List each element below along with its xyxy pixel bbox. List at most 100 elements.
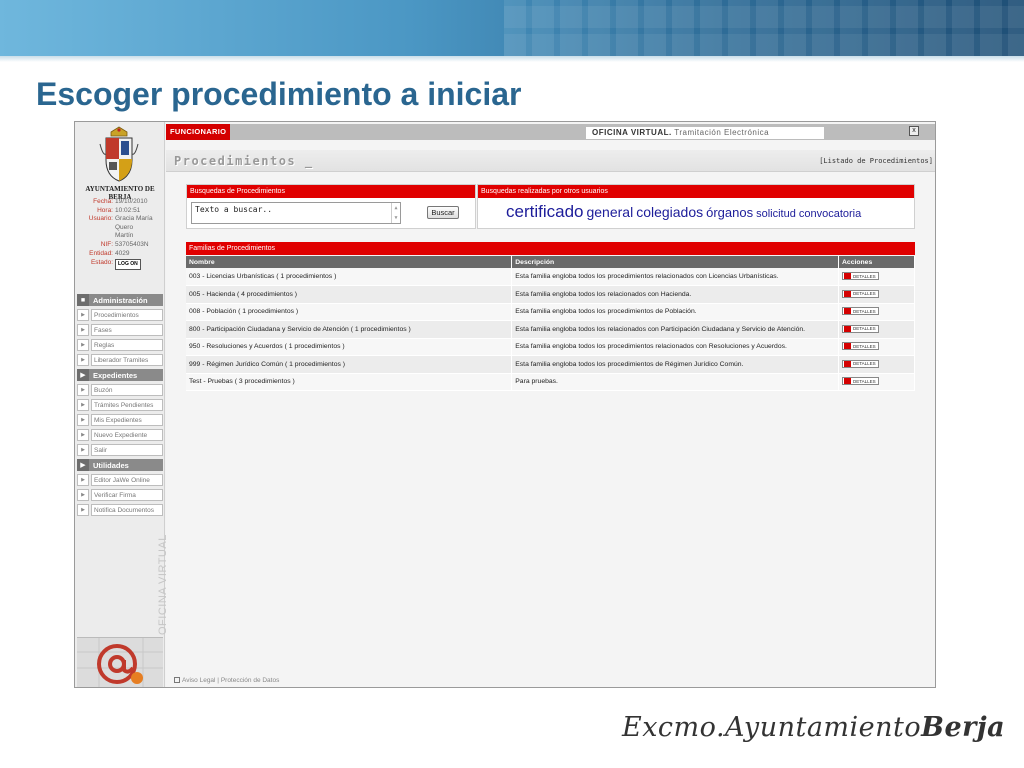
menu-item-notifica-documentos[interactable]: ▶ Notifica Documentos [77,503,163,516]
menu-item-salir[interactable]: ▶ Salir [77,443,163,456]
arrow-right-icon: ▶ [77,398,89,411]
arrow-right-icon: ▶ [77,443,89,456]
details-icon [844,325,851,332]
details-button[interactable]: DETALLES [842,377,879,386]
close-button[interactable]: x [909,126,919,136]
details-icon [844,343,851,350]
family-description: Esta familia engloba todos los relaciona… [511,320,839,339]
family-name[interactable]: 005 - Hacienda ( 4 procedimientos ) [186,285,513,304]
family-name[interactable]: 999 - Régimen Jurídico Común ( 1 procedi… [186,355,513,374]
details-button[interactable]: DETALLES [842,307,879,316]
family-name[interactable]: 003 - Licencias Urbanísticas ( 1 procedi… [186,268,513,286]
family-name[interactable]: 008 - Población ( 1 procedimientos ) [186,303,513,321]
menu-item-liberador-tramites[interactable]: ▶ Liberador Tramites [77,353,163,366]
search-panel: Busquedas de Procedimientos Texto a busc… [186,184,476,229]
search-tag[interactable]: certificado [506,202,583,221]
page-title: Procedimientos _ [174,154,314,168]
table-row: 800 - Participación Ciudadana y Servicio… [186,320,915,339]
details-icon [844,378,851,385]
menu-section-administracion[interactable]: ■ Administración [77,294,163,306]
menu-item-tramites-pendientes[interactable]: ▶ Trámites Pendientes [77,398,163,411]
arrow-right-icon: ▶ [77,428,89,441]
nif-label: NIF: [100,240,113,248]
listing-link[interactable]: [Listado de Procedimientos] [819,157,933,165]
column-header-nombre: Nombre [186,256,513,268]
details-button[interactable]: DETALLES [842,289,879,298]
search-button[interactable]: Buscar [427,206,459,219]
details-button[interactable]: DETALLES [842,272,879,280]
menu-item-verificar-firma[interactable]: ▶ Verificar Firma [77,488,163,501]
families-table: Nombre Descripción Acciones 003 - Licenc… [186,256,915,391]
search-tag[interactable]: órganos [706,205,753,220]
status-label: Estado: [90,259,113,267]
app-title-sub: Tramitación Electrónica [674,128,770,137]
table-row: 008 - Población ( 1 procedimientos ) Esta… [186,303,915,321]
app-screenshot: AYUNTAMIENTO DE BERJA Fecha: 19/10/2010 H… [74,121,936,688]
family-name[interactable]: Test - Pruebas ( 3 procedimientos ) [186,373,513,391]
table-row: 950 - Resoluciones y Acuerdos ( 1 proced… [186,338,915,356]
procedures-header: Procedimientos _ [Listado de Procedimien… [166,150,935,172]
menu-item-fases[interactable]: ▶ Fases [77,323,163,336]
slide-title: Escoger procedimiento a iniciar [36,76,522,112]
arrow-right-icon: ▶ [77,369,89,381]
search-input[interactable]: Texto a buscar.. ▲ ▼ [191,202,401,224]
sidebar: AYUNTAMIENTO DE BERJA Fecha: 19/10/2010 H… [75,122,169,687]
menu-item-nuevo-expediente[interactable]: ▶ Nuevo Expediente [77,428,163,441]
arrow-right-icon: ▶ [77,323,89,336]
search-tag[interactable]: colegiados [636,204,703,220]
scrollbar[interactable]: ▲ ▼ [391,203,400,223]
search-tag[interactable]: general [586,204,633,220]
brand-signature: Excmo.AyuntamientoBerja [622,712,1006,743]
entity-value: 4029 [115,249,130,257]
family-description: Esta familia engloba todos los procedimi… [511,303,839,321]
families-header: Familias de Procedimientos [186,242,915,255]
legal-notice-link[interactable]: Aviso Legal [182,677,216,684]
details-button[interactable]: DETALLES [842,359,879,368]
details-icon [844,273,851,279]
family-description: Esta familia engloba todos los procedimi… [511,268,839,286]
vertical-brand-text: OFICINA VIRTUAL [157,534,169,635]
tag-cloud: certificado general colegiados órganos solic… [506,202,864,222]
table-row: 999 - Régimen Jurídico Común ( 1 procedi… [186,355,915,374]
details-button[interactable]: DETALLES [842,342,879,351]
role-tab[interactable]: FUNCIONARIO [166,124,231,140]
privacy-link[interactable]: Protección de Datos [221,677,280,684]
user-value: Gracia María [115,215,153,223]
menu-item-mis-expedientes[interactable]: ▶ Mis Expedientes [77,413,163,426]
menu-item-editor-jawe[interactable]: ▶ Editor JaWe Online [77,473,163,486]
popular-searches-panel: Busquedas realizadas por otros usuarios … [477,184,915,229]
arrow-right-icon: ▶ [77,459,89,471]
arrow-right-icon: ▶ [77,488,89,501]
family-name[interactable]: 800 - Participación Ciudadana y Servicio… [186,320,513,339]
details-button[interactable]: DETALLES [842,324,879,333]
popular-searches-header: Busquedas realizadas por otros usuarios [478,185,914,198]
family-description: Esta familia engloba todos los procedimi… [511,355,839,374]
search-tag[interactable]: solicitud [756,208,796,220]
app-title: OFICINA VIRTUAL. Tramitación Electrónica [586,127,824,139]
checkbox-icon [174,677,180,683]
menu-item-reglas[interactable]: ▶ Reglas [77,338,163,351]
user-value-3: Martín [115,232,134,240]
at-sign-logo-icon [77,637,163,687]
log-on-button[interactable]: LOG ON [115,259,141,270]
menu-item-procedimientos[interactable]: ▶ Procedimientos [77,308,163,321]
arrow-right-icon: ▶ [77,503,89,516]
table-row: 005 - Hacienda ( 4 procedimientos ) Esta … [186,285,915,304]
menu-section-utilidades[interactable]: ▶ Utilidades [77,459,163,471]
search-tag[interactable]: convocatoria [799,208,861,220]
column-header-acciones: Acciones [838,256,915,268]
footer: Aviso Legal | Protección de Datos [174,677,279,684]
menu-item-buzon[interactable]: ▶ Buzón [77,383,163,396]
main-content: FUNCIONARIO OFICINA VIRTUAL. Tramitación… [166,122,935,687]
family-name[interactable]: 950 - Resoluciones y Acuerdos ( 1 proced… [186,338,513,356]
arrow-right-icon: ▶ [77,308,89,321]
arrow-right-icon: ▶ [77,338,89,351]
date-label: Fecha: [93,198,113,205]
table-row: Test - Pruebas ( 3 procedimientos ) Para… [186,373,915,391]
arrow-right-icon: ▶ [77,353,89,366]
nif-value: 53705403N [115,240,149,248]
time-label: Hora: [97,206,113,214]
menu-section-expedientes[interactable]: ▶ Expedientes [77,369,163,381]
family-description: Para pruebas. [511,373,839,391]
app-title-bold: OFICINA VIRTUAL. [592,128,672,137]
